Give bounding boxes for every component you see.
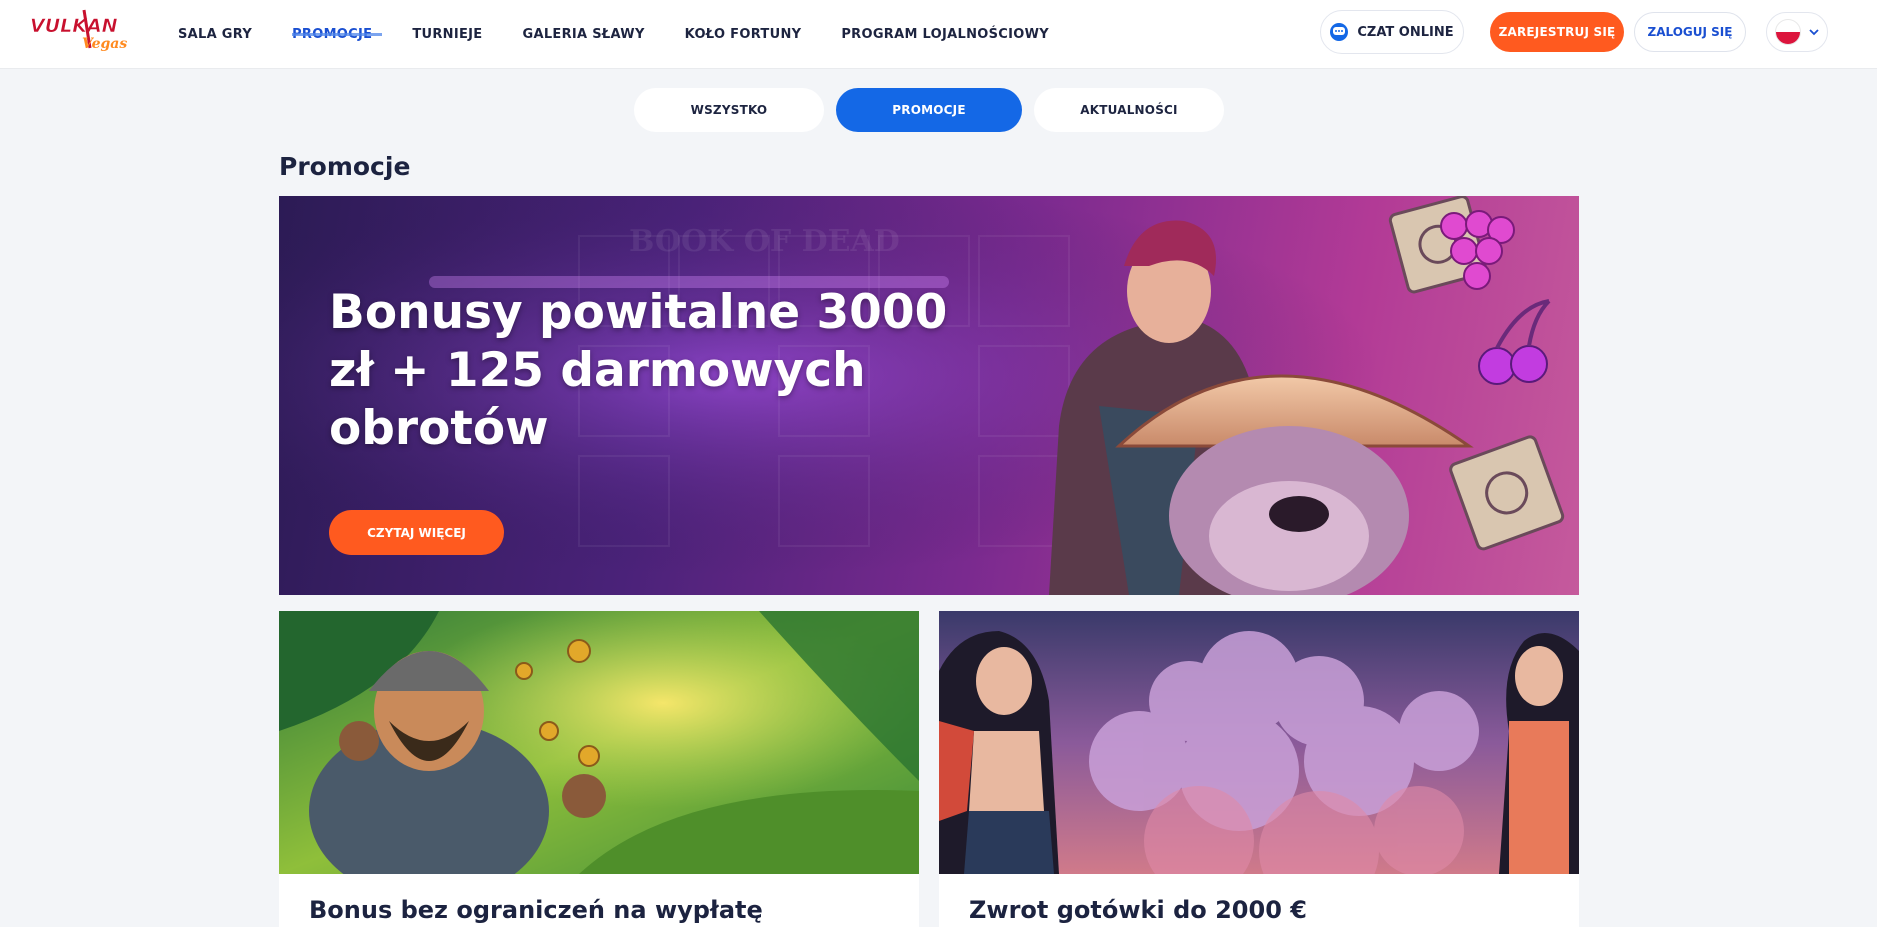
tab-promocje[interactable]: PROMOCJE: [836, 88, 1022, 132]
nav-turnieje[interactable]: TURNIEJE: [412, 27, 482, 42]
tab-wszystko[interactable]: WSZYSTKO: [634, 88, 824, 132]
language-selector[interactable]: [1766, 12, 1828, 52]
read-more-button[interactable]: CZYTAJ WIĘCEJ: [329, 510, 504, 555]
category-tabs: WSZYSTKO PROMOCJE AKTUALNOŚCI: [634, 88, 1224, 132]
nav-promocje[interactable]: PROMOCJE: [292, 27, 372, 42]
hero-title: Bonusy powitalne 3000 zł + 125 darmowych…: [329, 285, 948, 456]
nav-sala-gry[interactable]: SALA GRY: [178, 27, 252, 42]
chat-bubble-icon: [1330, 23, 1349, 41]
register-button[interactable]: ZAREJESTRUJ SIĘ: [1490, 12, 1624, 52]
promo-card-title: Zwrot gotówki do 2000 €: [969, 896, 1307, 924]
page-title: Promocje: [279, 152, 411, 181]
flag-pl-icon: [1775, 19, 1801, 45]
tab-aktualnosci[interactable]: AKTUALNOŚCI: [1034, 88, 1224, 132]
nav-kolo-fortuny[interactable]: KOŁO FORTUNY: [685, 27, 802, 42]
top-header: VULKAN Vegas SALA GRY PROMOCJE TURNIEJE …: [0, 0, 1877, 68]
promo-card[interactable]: Zwrot gotówki do 2000 €: [939, 611, 1579, 927]
promo-card-title: Bonus bez ograniczeń na wypłatę: [309, 896, 763, 924]
chat-online-button[interactable]: CZAT ONLINE: [1320, 10, 1464, 54]
cashback-illustration: [939, 611, 1579, 874]
svg-text:Vegas: Vegas: [82, 36, 127, 52]
promo-card[interactable]: Bonus bez ograniczeń na wypłatę: [279, 611, 919, 927]
main-nav: SALA GRY PROMOCJE TURNIEJE GALERIA SŁAWY…: [178, 0, 1089, 68]
svg-text:BOOK OF DEAD: BOOK OF DEAD: [629, 224, 900, 259]
login-button[interactable]: ZALOGUJ SIĘ: [1634, 12, 1746, 52]
vulkan-vegas-logo[interactable]: VULKAN Vegas: [28, 8, 132, 52]
chevron-down-icon: [1809, 28, 1819, 35]
gonzo-jungle-illustration: [279, 611, 919, 874]
chat-online-label: CZAT ONLINE: [1357, 24, 1454, 40]
nav-galeria-slawy[interactable]: GALERIA SŁAWY: [522, 27, 644, 42]
nav-program-lojalnosciowy[interactable]: PROGRAM LOJALNOŚCIOWY: [841, 27, 1049, 42]
hero-promo-banner[interactable]: BOOK OF DEAD Bonusy powitalne 3000 zł + …: [279, 196, 1579, 595]
svg-text:VULKAN: VULKAN: [30, 15, 118, 37]
